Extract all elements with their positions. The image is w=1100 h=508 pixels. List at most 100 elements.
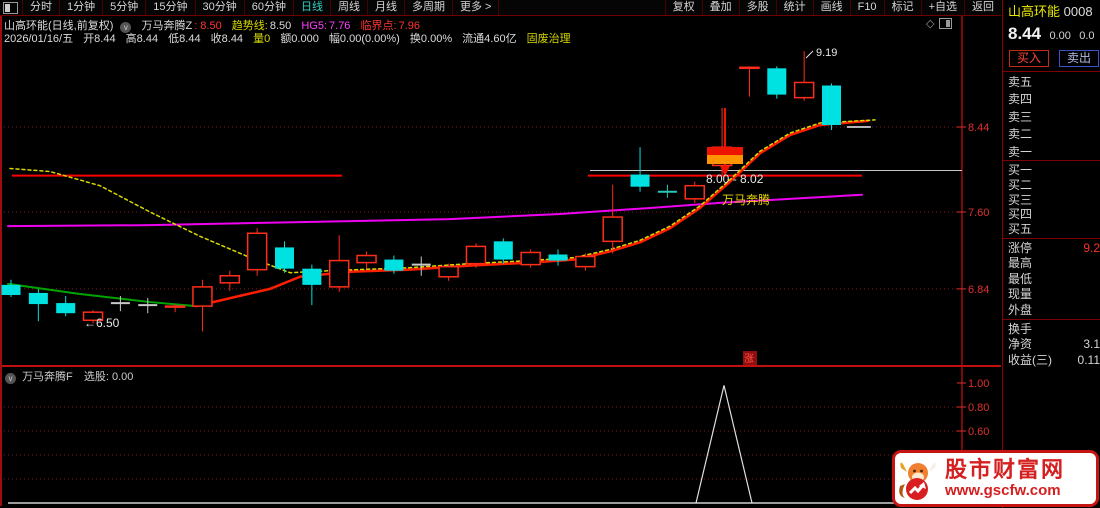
turnover-value: 换0.00% [409,33,453,45]
ohlc-info-row: 2026/01/16/五 开8.44 高8.44 低8.44 收8.44 量0 … [4,30,578,46]
quote-panel: 山高环能 0008 8.44 0.00 0.0 买入 卖出 卖五 卖四 卖三 卖二 卖一… [1002,0,1100,508]
stat-row-value: 3.1 [1083,337,1100,352]
buy-button[interactable]: 买入 [1009,50,1050,67]
quote-price-row: 8.44 0.00 0.0 [1008,24,1095,44]
tool-item-7[interactable]: +自选 [920,0,964,15]
price-change: 0.00 [1049,30,1071,42]
ask-row[interactable]: 卖四 [1008,91,1100,108]
tool-item-4[interactable]: 画线 [812,0,850,15]
chart-annotation: ←6.50 [84,316,120,330]
close-value: 收8.44 [210,33,244,45]
quote-stock-name: 山高环能 0008 [1008,1,1093,20]
watermark-title: 股市财富网 [945,457,1066,482]
sell-button[interactable]: 卖出 [1059,50,1100,67]
sub-chart: 1.00 0.80 0.60 [4,378,989,504]
stat-row: 净资 3.1 [1008,337,1100,352]
stat-row-value: 9.2 [1083,241,1100,255]
chart-canvas[interactable]: 8.44 7.60 6.84 9.19 ←6.50 8.00 - 8.02 万马奔腾涨 1.0… [0,0,1100,508]
annotation-text: 8.00 - 8.02 [706,172,764,186]
stat-row: 最低 [1008,271,1033,286]
ask-row[interactable]: 卖一 [1008,144,1100,161]
subchart-indicator-name[interactable]: 万马奔腾F [22,371,73,383]
volume-value: 量0 [253,33,271,45]
menu-item-0[interactable]: 分时 [22,0,59,15]
tool-item-6[interactable]: 标记 [883,0,921,15]
sub-axis-label: 0.80 [968,402,989,414]
bid-row[interactable]: 买二 [1008,178,1100,193]
float-cap-value: 流通4.60亿 [462,33,517,45]
low-value: 低8.44 [168,33,201,45]
price-change-pct: 0.0 [1079,30,1095,42]
sector-tag[interactable]: 固废治理 [527,33,571,45]
range-value: 幅0.00(0.00%) [328,33,400,45]
chevron-circle-icon[interactable]: v [5,373,16,384]
sub-axis-label: 1.00 [968,378,989,390]
last-price: 8.44 [1008,24,1042,43]
split-window-icon[interactable] [939,18,953,29]
subchart-field-value: 选股: 0.00 [83,371,134,383]
open-value: 开8.44 [83,33,116,45]
stat-row: 现量 [1008,287,1033,302]
menu-item-3[interactable]: 15分钟 [145,0,194,15]
stock-code: 0008 [1063,4,1093,19]
trend-line-red [194,119,870,308]
price-axis-label: 8.44 [968,122,989,134]
menu-item-1[interactable]: 1分钟 [59,0,102,15]
tool-item-5[interactable]: F10 [849,0,884,15]
tool-item-1[interactable]: 叠加 [701,0,739,15]
chart-annotation: 8.00 - 8.02 [706,172,764,186]
date-value: 2026/01/16/五 [4,33,74,45]
stock-name: 山高环能 [1008,4,1061,19]
stat-row: 最高 [1008,256,1033,271]
menu-item-4[interactable]: 30分钟 [194,0,244,15]
subchart-header: v 万马奔腾F 选股: 0.00 [5,368,141,384]
main-gridlines: 8.44 7.60 6.84 [4,122,989,296]
chart-corner-icons: ◇ [926,17,953,30]
tool-item-3[interactable]: 统计 [775,0,813,15]
top-menu-bar: 分时 1分钟 5分钟 15分钟 30分钟 60分钟 日线 周线 月线 多周期 更多 > 复权 叠加 多股… [0,0,1001,16]
price-axis-label: 6.84 [968,284,989,296]
bid-row[interactable]: 买五 [1008,222,1100,237]
stat-row: 收益(三) 0.11 [1008,352,1100,367]
menu-item-6[interactable]: 日线 [293,0,330,15]
chart-annotation: 9.19 [805,47,837,59]
period-menu: 分时 1分钟 5分钟 15分钟 30分钟 60分钟 日线 周线 月线 多周期 更多 > [22,0,500,15]
bid-row[interactable]: 买三 [1008,193,1100,208]
menu-item-10[interactable]: 更多 > [452,0,500,15]
site-watermark: 股市财富网 www.gscfw.com [892,450,1099,507]
stat-row: 外盘 [1008,302,1033,317]
amount-value: 额0.000 [280,33,319,45]
price-axis-label: 7.60 [968,207,989,219]
window-layout-icon[interactable] [3,1,18,14]
chart-annotation: 万马奔腾 [722,192,770,207]
ask-row[interactable]: 卖三 [1008,109,1100,126]
ask-row[interactable]: 卖五 [1008,74,1100,91]
rise-badge-text: 涨 [744,353,754,365]
ask-row[interactable]: 卖二 [1008,126,1100,143]
tool-item-8[interactable]: 返回 [964,0,1001,15]
annotation-text: 万马奔腾 [722,192,770,207]
stat-row: 涨停 9.2 [1008,241,1100,255]
sub-axis-label: 0.60 [968,426,989,438]
menu-item-9[interactable]: 多周期 [404,0,452,15]
tools-menu: 复权 叠加 多股 统计 画线 F10 标记 +自选 返回 [664,0,1001,15]
menu-item-7[interactable]: 周线 [330,0,367,15]
menu-item-8[interactable]: 月线 [367,0,404,15]
stat-row-value: 0.11 [1077,352,1100,367]
high-value: 高8.44 [125,33,159,45]
annotation-text: ←6.50 [84,316,120,330]
diamond-icon[interactable]: ◇ [926,17,934,30]
bid-row[interactable]: 买四 [1008,207,1100,222]
signal-triangle [695,385,753,504]
trading-terminal: { "toolbar": { "left_items": ["分时","1分钟"… [0,0,1100,508]
annotation-text: 9.19 [816,47,837,59]
tool-item-2[interactable]: 多股 [738,0,776,15]
menu-item-5[interactable]: 60分钟 [243,0,293,15]
menu-item-2[interactable]: 5分钟 [102,0,145,15]
stat-row: 换手 [1008,322,1033,336]
tool-item-0[interactable]: 复权 [664,0,702,15]
bull-logo-icon [899,462,936,500]
watermark-url: www.gscfw.com [945,482,1061,499]
bid-row[interactable]: 买一 [1008,163,1100,178]
rise-badge: 涨 [743,351,757,365]
